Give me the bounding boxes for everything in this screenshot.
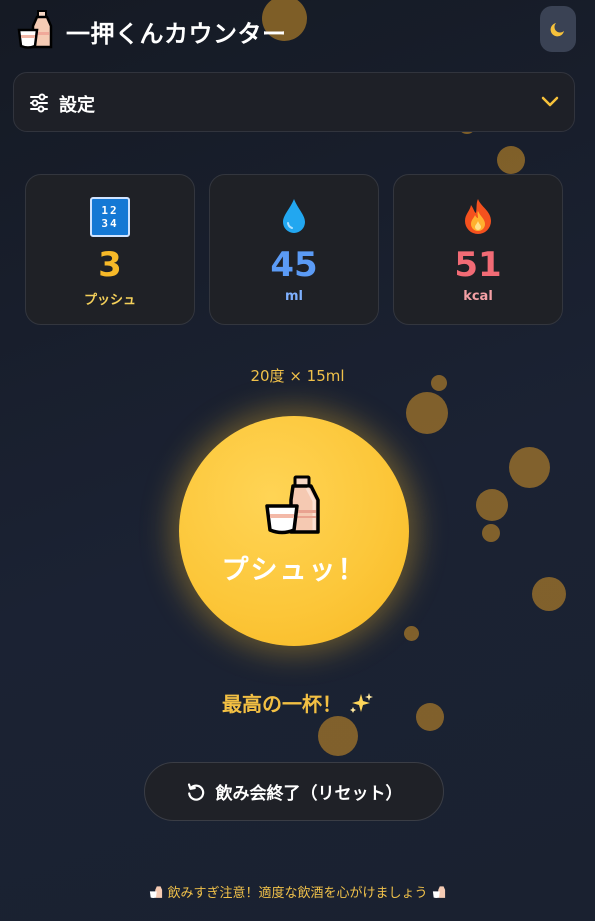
bubble: [476, 489, 508, 521]
fire-icon: [465, 199, 491, 234]
tokkuri-icon: [150, 886, 163, 899]
push-button-label: プシュッ！: [221, 555, 367, 586]
calorie-value: 51: [454, 245, 502, 285]
push-count: 3: [98, 245, 122, 285]
settings-panel[interactable]: 設定: [13, 72, 575, 132]
droplet-icon: [283, 199, 305, 233]
bubble: [404, 626, 419, 641]
stat-card-calories: 51 kcal: [393, 174, 563, 325]
bubble: [482, 524, 500, 542]
bubble: [509, 447, 550, 488]
tokkuri-icon: [432, 886, 445, 899]
reset-button[interactable]: 飲み会終了（リセット）: [144, 762, 444, 821]
moon-icon: [550, 23, 564, 37]
digits-icon: 12 34: [90, 197, 130, 237]
settings-label: 設定: [59, 95, 95, 116]
theme-toggle-button[interactable]: [540, 6, 576, 52]
footer-note: 飲みすぎ注意！適度な飲酒を心がけましょう: [0, 882, 595, 901]
push-unit: プッシュ: [83, 293, 136, 308]
bubble: [497, 146, 525, 174]
status-message-text: 最高の一杯！: [222, 692, 343, 716]
app-header: 一押くんカウンター: [0, 0, 595, 62]
push-button[interactable]: プシュッ！: [179, 416, 409, 646]
reset-button-label: 飲み会終了（リセット）: [215, 784, 403, 804]
tokkuri-icon: [17, 10, 53, 49]
stat-card-pushes: 12 34 3 プッシュ: [25, 174, 195, 325]
footer-text: 飲みすぎ注意！適度な飲酒を心がけましょう: [167, 886, 428, 901]
tokkuri-icon: [265, 475, 320, 535]
bubble: [406, 392, 448, 434]
reset-icon: [187, 782, 204, 801]
sliders-icon: [30, 93, 48, 113]
drink-spec: 20度 × 15ml: [250, 367, 345, 385]
bubble: [318, 716, 358, 756]
chevron-down-icon: [541, 96, 559, 107]
stat-card-volume: 45 ml: [209, 174, 379, 325]
app-title: 一押くんカウンター: [66, 20, 287, 48]
volume-value: 45: [270, 245, 318, 285]
bubble: [532, 577, 566, 611]
sparkles-icon: [349, 693, 373, 713]
calorie-unit: kcal: [463, 289, 493, 304]
status-message: 最高の一杯！: [0, 688, 595, 717]
volume-unit: ml: [284, 289, 303, 304]
